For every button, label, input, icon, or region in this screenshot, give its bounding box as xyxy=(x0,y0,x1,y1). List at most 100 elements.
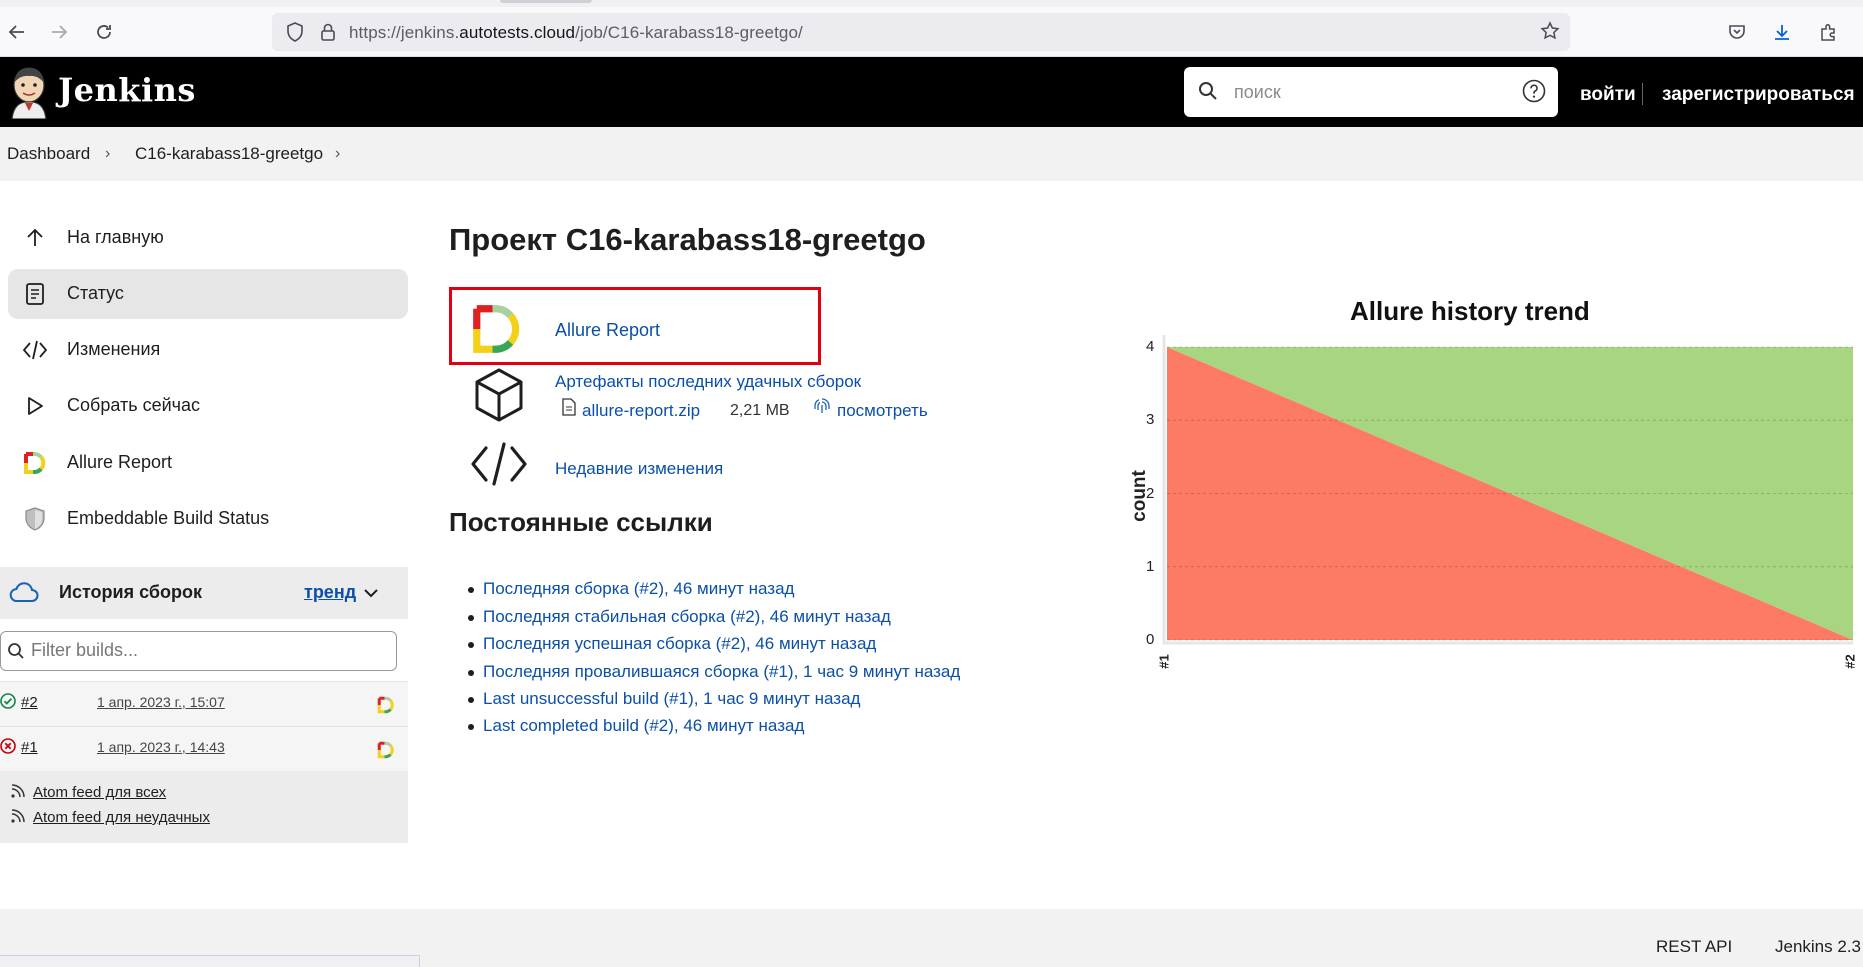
jenkins-logo-icon[interactable] xyxy=(8,65,50,120)
extensions-icon[interactable] xyxy=(1811,16,1845,48)
help-icon[interactable] xyxy=(1522,79,1546,108)
y-tick-label: 2 xyxy=(1146,484,1155,502)
artifacts-link[interactable]: Артефакты последних удачных сборок xyxy=(555,372,861,392)
jenkins-version-link[interactable]: Jenkins 2.3 xyxy=(1775,937,1861,957)
tracking-shield-icon[interactable] xyxy=(286,22,304,47)
task-build-now[interactable]: Собрать сейчас xyxy=(8,381,408,431)
failed-cross-icon xyxy=(0,738,16,759)
breadcrumb-job[interactable]: C16-karabass18-greetgo xyxy=(135,144,323,164)
permalink-item[interactable]: Last unsuccessful build (#1), 1 час 9 ми… xyxy=(467,689,860,709)
recent-changes-link[interactable]: Недавние изменения xyxy=(555,459,723,479)
url-text[interactable]: https://jenkins.autotests.cloud/job/C16-… xyxy=(349,23,803,43)
arrow-up-icon xyxy=(22,225,48,251)
browser-toolbar: https://jenkins.autotests.cloud/job/C16-… xyxy=(0,0,1863,57)
downloads-icon[interactable] xyxy=(1765,16,1799,48)
search-icon xyxy=(1198,81,1218,106)
rss-icon xyxy=(10,808,26,829)
build-history-title: История сборок xyxy=(59,582,202,602)
permalinks-heading: Постоянные ссылки xyxy=(449,507,713,537)
success-check-icon xyxy=(0,693,16,714)
build-number-link[interactable]: #2 xyxy=(21,694,38,711)
file-icon xyxy=(562,398,576,421)
filter-builds-box xyxy=(0,631,397,671)
page-title: Проект C16-karabass18-greetgo xyxy=(449,222,926,257)
code-icon xyxy=(470,442,528,491)
atom-feed-failed-link[interactable]: Atom feed для неудачных xyxy=(33,809,210,826)
chevron-right-icon[interactable]: › xyxy=(335,145,340,163)
header-divider xyxy=(1642,83,1643,105)
task-home[interactable]: На главную xyxy=(8,213,408,263)
status-bar-url xyxy=(0,955,420,967)
task-allure-report[interactable]: Allure Report xyxy=(8,438,408,488)
view-artifacts-link[interactable]: посмотреть xyxy=(837,401,928,421)
task-status[interactable]: Статус xyxy=(8,269,408,319)
filter-builds-input[interactable] xyxy=(31,640,381,661)
task-changes[interactable]: Изменения xyxy=(8,325,408,375)
breadcrumb-dashboard[interactable]: Dashboard xyxy=(7,144,90,164)
y-tick-label: 0 xyxy=(1146,631,1155,648)
package-box-icon xyxy=(471,366,527,429)
trend-link[interactable]: тренд xyxy=(304,582,356,603)
permalink-item[interactable]: Последняя стабильная сборка (#2), 46 мин… xyxy=(468,607,891,627)
allure-icon[interactable] xyxy=(377,741,395,764)
allure-icon xyxy=(22,450,48,476)
forward-icon[interactable] xyxy=(42,16,76,48)
permalink-item[interactable]: Последняя провалившаяся сборка (#1), 1 ч… xyxy=(467,662,960,682)
rest-api-link[interactable]: REST API xyxy=(1656,937,1732,957)
task-embeddable-build-status[interactable]: Embeddable Build Status xyxy=(8,494,408,544)
allure-history-trend-chart[interactable] xyxy=(1150,330,1860,670)
y-tick-label: 1 xyxy=(1146,557,1155,575)
task-label: Статус xyxy=(67,283,124,303)
atom-feed-all-link[interactable]: Atom feed для всех xyxy=(33,784,166,801)
task-label: Embeddable Build Status xyxy=(67,508,270,528)
jenkins-header: Jenkins войти зарегистрироваться xyxy=(0,57,1863,127)
breadcrumb: Dashboard › C16-karabass18-greetgo › xyxy=(0,127,1863,181)
tab-strip xyxy=(0,0,1863,7)
allure-logo-icon[interactable] xyxy=(469,302,525,361)
shield-badge-icon xyxy=(22,506,48,532)
build-number-link[interactable]: #1 xyxy=(21,739,38,756)
atom-feeds: Atom feed для всех Atom feed для неудачн… xyxy=(0,771,408,843)
login-link[interactable]: войти xyxy=(1580,84,1636,106)
jenkins-title[interactable]: Jenkins xyxy=(58,71,196,109)
bookmark-star-icon[interactable] xyxy=(1540,21,1560,46)
task-label: Изменения xyxy=(67,339,161,359)
fingerprint-icon xyxy=(813,397,831,422)
rss-icon xyxy=(10,783,26,804)
register-link[interactable]: зарегистрироваться xyxy=(1662,84,1855,106)
task-label: На главную xyxy=(67,227,164,247)
permalink-item[interactable]: Последняя успешная сборка (#2), 46 минут… xyxy=(467,634,876,654)
build-date-link[interactable]: 1 апр. 2023 г., 15:07 xyxy=(97,694,225,710)
build-history-header: История сборок тренд xyxy=(0,567,408,619)
artifact-file-link[interactable]: allure-report.zip xyxy=(582,401,700,421)
artifact-size: 2,21 MB xyxy=(730,402,790,419)
address-bar[interactable]: https://jenkins.autotests.cloud/job/C16-… xyxy=(272,13,1570,51)
y-tick-label: 3 xyxy=(1146,411,1155,429)
reload-icon[interactable] xyxy=(87,16,121,48)
task-label: Allure Report xyxy=(67,452,173,472)
y-tick-label: 4 xyxy=(1146,338,1155,355)
x-tick-label: #2 xyxy=(1842,654,1858,669)
chevron-right-icon[interactable]: › xyxy=(105,145,110,163)
allure-report-link[interactable]: Allure Report xyxy=(555,320,660,341)
permalink-item[interactable]: Last completed build (#2), 46 минут наза… xyxy=(467,716,804,736)
pocket-icon[interactable] xyxy=(1720,16,1754,48)
search-box xyxy=(1184,67,1558,117)
task-label: Собрать сейчас xyxy=(67,395,201,415)
x-tick-label: #1 xyxy=(1156,654,1172,669)
allure-icon[interactable] xyxy=(377,696,395,719)
build-date-link[interactable]: 1 апр. 2023 г., 14:43 xyxy=(97,739,225,755)
code-icon xyxy=(22,337,48,363)
permalink-item[interactable]: Последняя сборка (#2), 46 минут назад xyxy=(467,579,794,599)
search-icon xyxy=(7,642,25,665)
active-tab-indicator xyxy=(500,0,592,3)
build-row: #1 1 апр. 2023 г., 14:43 xyxy=(0,726,408,771)
document-icon xyxy=(22,281,48,307)
lock-icon[interactable] xyxy=(320,22,336,47)
build-row: #2 1 апр. 2023 г., 15:07 xyxy=(0,681,408,726)
back-icon[interactable] xyxy=(0,16,34,48)
play-icon xyxy=(22,393,48,419)
cloud-icon xyxy=(8,581,40,610)
chevron-down-icon[interactable] xyxy=(363,586,379,604)
search-input[interactable] xyxy=(1234,79,1504,105)
